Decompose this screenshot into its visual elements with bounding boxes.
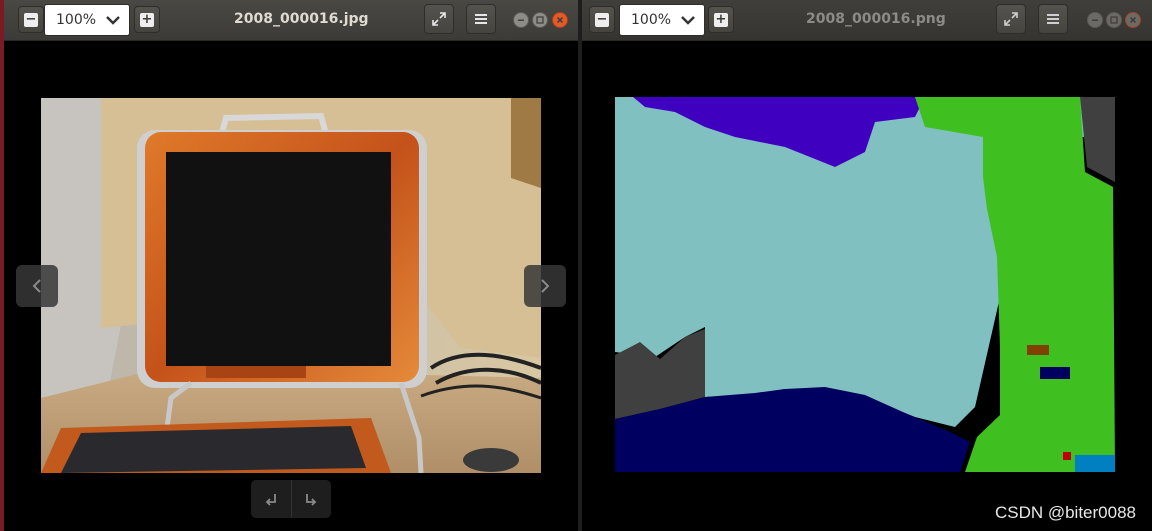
chevron-down-icon (106, 16, 120, 25)
minimize-icon (1092, 19, 1098, 21)
zoom-level-select[interactable]: 100% (44, 4, 130, 36)
menu-button[interactable] (1038, 4, 1068, 34)
zoom-out-button[interactable]: − (18, 6, 44, 33)
plus-icon: + (714, 11, 728, 27)
photo-image (41, 98, 541, 473)
chevron-down-icon (681, 16, 695, 25)
image-viewer-window-png: − 100% + 2008_000016.png CSDN @biter0088 (582, 0, 1152, 531)
minus-icon: − (595, 11, 609, 27)
maximize-button[interactable] (1106, 12, 1122, 28)
close-icon (556, 16, 564, 24)
hamburger-icon (475, 14, 487, 24)
minimize-button[interactable] (1087, 12, 1103, 28)
watermark: CSDN @biter0088 (994, 503, 1136, 522)
plus-icon: + (140, 11, 154, 27)
next-image-button[interactable] (524, 265, 566, 307)
fullscreen-button[interactable] (424, 4, 454, 34)
maximize-icon (1110, 16, 1118, 24)
window-title: 2008_000016.png (806, 11, 946, 27)
chevron-right-icon (541, 279, 550, 293)
maximize-icon (536, 16, 544, 24)
zoom-in-button[interactable]: + (708, 6, 734, 33)
segmentation-mask (615, 97, 1115, 472)
minimize-button[interactable] (513, 12, 529, 28)
zoom-level-value: 100% (56, 12, 97, 28)
expand-icon (432, 12, 446, 26)
segmentation-mask-image (615, 97, 1115, 472)
expand-icon (1004, 12, 1018, 26)
rotate-controls (251, 480, 331, 518)
zoom-level-select[interactable]: 100% (619, 4, 705, 36)
minus-icon: − (24, 11, 38, 27)
close-button[interactable] (1125, 12, 1141, 28)
image-viewer-window-jpg: − 100% + 2008_000016.jpg (4, 0, 578, 531)
zoom-in-button[interactable]: + (134, 6, 160, 33)
rotate-right-icon (306, 494, 317, 506)
mask-accent-blue (1075, 455, 1115, 472)
zoom-level-value: 100% (631, 12, 672, 28)
close-icon (1129, 16, 1137, 24)
hamburger-icon (1047, 14, 1059, 24)
title-bar: − 100% + 2008_000016.png (582, 0, 1152, 41)
rotate-right-button[interactable] (291, 480, 331, 518)
mask-accent-brown (1027, 345, 1049, 355)
close-button[interactable] (552, 12, 568, 28)
menu-button[interactable] (466, 4, 496, 34)
title-bar: − 100% + 2008_000016.jpg (4, 0, 578, 41)
photo-monitor-desk (41, 98, 541, 473)
previous-image-button[interactable] (16, 265, 58, 307)
chevron-left-icon (32, 279, 41, 293)
mask-accent-navy (1040, 367, 1070, 379)
fullscreen-button[interactable] (996, 4, 1026, 34)
rotate-left-button[interactable] (251, 480, 291, 518)
minimize-icon (518, 19, 524, 21)
zoom-out-button[interactable]: − (589, 6, 615, 33)
rotate-left-icon (265, 494, 276, 506)
window-title: 2008_000016.jpg (234, 11, 369, 27)
maximize-button[interactable] (532, 12, 548, 28)
mask-accent-red (1063, 452, 1071, 460)
